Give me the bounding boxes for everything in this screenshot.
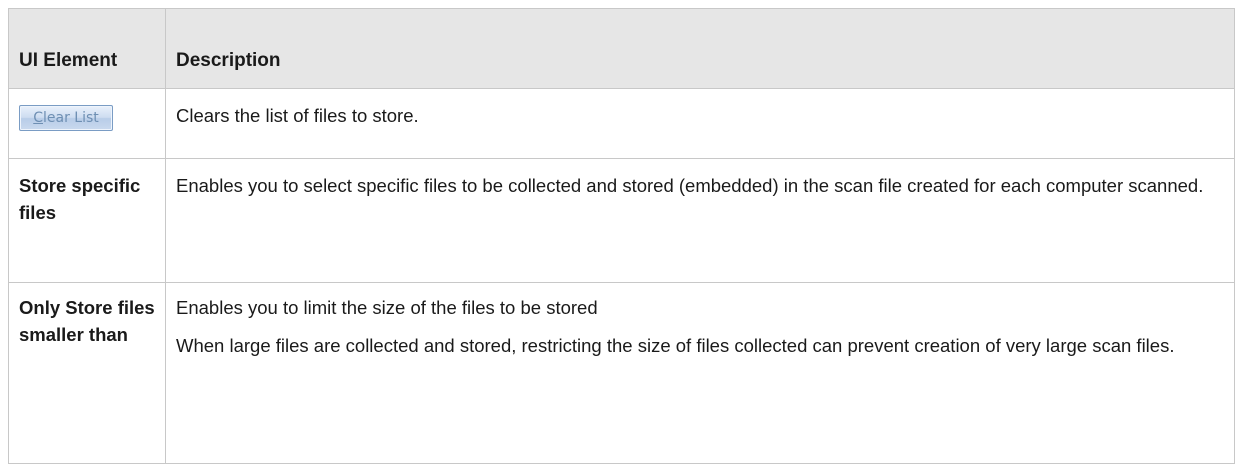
header-description: Description (165, 8, 1235, 89)
table-header-row: UI Element Description (8, 8, 1235, 89)
description-text: Enables you to select specific files to … (176, 175, 1204, 196)
row-description-cell: Clears the list of files to store. (165, 88, 1235, 159)
row-element-cell: Clear List (8, 88, 166, 159)
row-element-cell: Only Store files smaller than (8, 282, 166, 464)
clear-list-mnemonic: C (33, 110, 43, 126)
table-row: Only Store files smaller than Enables yo… (8, 282, 1235, 464)
description-text: Clears the list of files to store. (176, 105, 419, 126)
table-row: Store specific files Enables you to sele… (8, 158, 1235, 283)
row-description-cell: Enables you to select specific files to … (165, 158, 1235, 283)
clear-list-button-image: Clear List (19, 105, 113, 131)
header-ui-element: UI Element (8, 8, 166, 89)
table-row: Clear List Clears the list of files to s… (8, 88, 1235, 159)
description-text: When large files are collected and store… (176, 335, 1175, 356)
row-description-cell: Enables you to limit the size of the fil… (165, 282, 1235, 464)
clear-list-label: lear List (43, 110, 99, 126)
description-text: Enables you to limit the size of the fil… (176, 297, 598, 318)
ui-element-table: UI Element Description Clear List Clears… (8, 8, 1235, 464)
row-element-cell: Store specific files (8, 158, 166, 283)
